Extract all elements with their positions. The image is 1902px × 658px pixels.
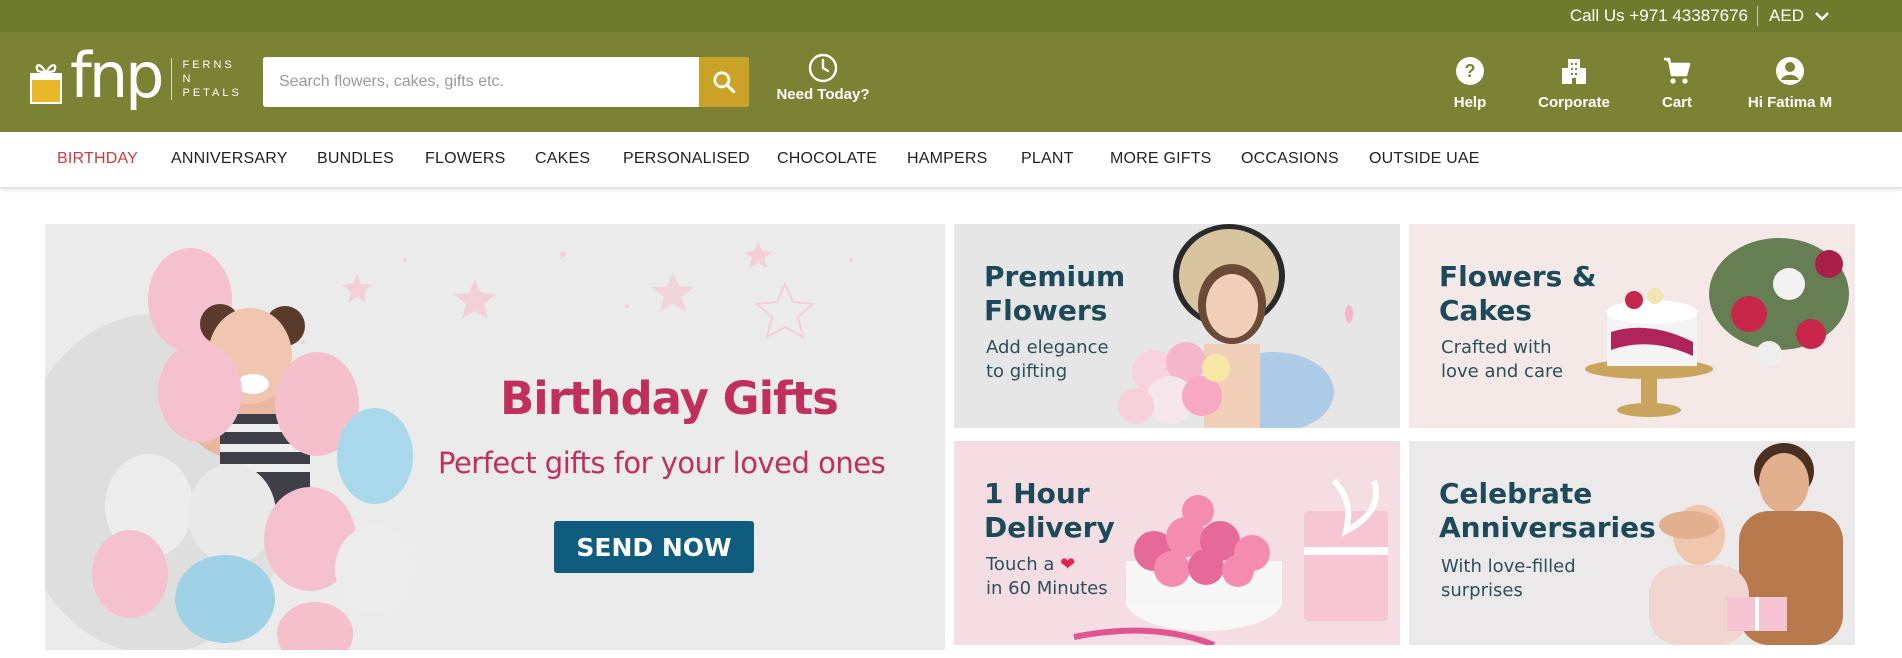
stars-decoration: [45, 242, 853, 650]
birthday-gifts-banner[interactable]: Birthday Gifts Perfect gifts for your lo…: [45, 224, 945, 650]
currency-selector[interactable]: AED: [1769, 6, 1830, 26]
premium-flowers-tile[interactable]: Premium Flowers Add elegance to gifting: [954, 224, 1400, 428]
divider: [1757, 6, 1758, 26]
corporate-button[interactable]: Corporate: [1532, 56, 1616, 111]
search-bar: [263, 57, 749, 107]
tile-subtitle: With love-filled surprises: [1441, 556, 1576, 601]
nav-item-cakes[interactable]: CAKES: [535, 150, 590, 168]
tile-subtitle: Add elegance to gifting: [986, 337, 1109, 382]
currency-label: AED: [1769, 6, 1804, 25]
nav-item-more-gifts[interactable]: MORE GIFTS: [1110, 150, 1212, 168]
tile-title: Flowers & Cakes: [1439, 260, 1597, 327]
logo-tagline: FERNS N PETALS: [171, 58, 241, 100]
tile-title: 1 Hour Delivery: [984, 477, 1115, 544]
building-icon: [1562, 59, 1586, 84]
heart-icon: ❤: [1060, 554, 1076, 575]
anniversaries-tile[interactable]: Celebrate Anniversaries With love-filled s…: [1409, 441, 1855, 645]
clock-icon: [808, 53, 838, 83]
logo-wordmark: fnp: [70, 39, 165, 112]
search-input[interactable]: [263, 57, 699, 107]
nav-item-hampers[interactable]: HAMPERS: [907, 150, 988, 168]
nav-item-occasions[interactable]: OCCASIONS: [1241, 150, 1339, 168]
banner-subtitle: Perfect gifts for your loved ones: [438, 446, 886, 480]
main-header: fnp FERNSNPETALS Need Today? ? Help Corp…: [0, 32, 1902, 132]
search-button[interactable]: [699, 57, 749, 107]
nav-item-anniversary[interactable]: ANNIVERSARY: [171, 150, 288, 168]
nav-item-bundles[interactable]: BUNDLES: [317, 150, 394, 168]
chevron-down-icon: [1815, 12, 1829, 21]
category-nav: BIRTHDAY ANNIVERSARY BUNDLES FLOWERS CAK…: [0, 132, 1902, 188]
need-today-button[interactable]: Need Today?: [776, 52, 870, 103]
account-button[interactable]: Hi Fatima M: [1740, 56, 1840, 111]
cart-button[interactable]: Cart: [1652, 56, 1702, 111]
call-us-link[interactable]: Call Us +971 43387676: [1570, 6, 1748, 26]
nav-item-chocolate[interactable]: CHOCOLATE: [777, 150, 877, 168]
nav-item-personalised[interactable]: PERSONALISED: [623, 150, 750, 168]
help-icon: ?: [1456, 57, 1484, 85]
nav-item-plant[interactable]: PLANT: [1021, 150, 1074, 168]
fnp-logo[interactable]: fnp FERNS N PETALS: [30, 39, 242, 112]
nav-item-birthday[interactable]: BIRTHDAY: [57, 150, 138, 168]
svg-text:?: ?: [1465, 61, 1476, 81]
one-hour-delivery-tile[interactable]: 1 Hour Delivery Touch a ❤ in 60 Minutes: [954, 441, 1400, 645]
send-now-button[interactable]: SEND NOW: [554, 521, 754, 573]
tile-title: Celebrate Anniversaries: [1439, 477, 1656, 544]
nav-item-outside-uae[interactable]: OUTSIDE UAE: [1369, 150, 1480, 168]
top-bar: Call Us +971 43387676 AED: [0, 0, 1902, 32]
tile-title: Premium Flowers: [984, 260, 1126, 327]
user-account-icon: [1776, 57, 1804, 85]
tile-subtitle: Touch a ❤ in 60 Minutes: [986, 554, 1108, 599]
tile-subtitle: Crafted with love and care: [1441, 337, 1564, 382]
gift-logo-icon: [30, 57, 62, 104]
help-button[interactable]: ? Help: [1440, 56, 1500, 111]
nav-item-flowers[interactable]: FLOWERS: [425, 150, 506, 168]
cart-icon: [1664, 57, 1691, 84]
banner-title: Birthday Gifts: [500, 372, 839, 425]
search-icon: [713, 71, 736, 94]
flowers-and-cakes-tile[interactable]: Flowers & Cakes Crafted with love and care: [1409, 224, 1855, 428]
